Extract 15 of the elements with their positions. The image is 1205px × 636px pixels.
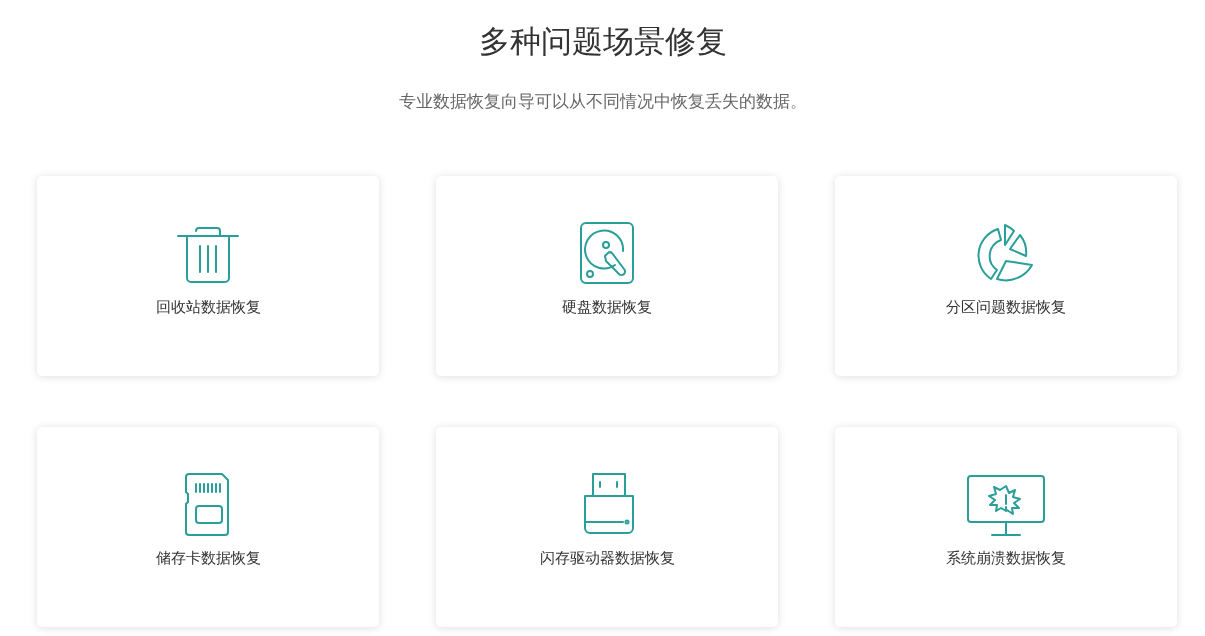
card-label: 闪存驱动器数据恢复 [539,549,675,568]
scenario-card[interactable]: 储存卡数据恢复 [37,427,379,627]
card-label: 储存卡数据恢复 [155,549,261,568]
scenario-card[interactable]: 闪存驱动器数据恢复 [436,427,778,627]
card-label: 分区问题数据恢复 [946,298,1066,317]
scenario-card[interactable]: 分区问题数据恢复 [835,176,1177,376]
card-label: 回收站数据恢复 [155,298,261,317]
card-label: 硬盘数据恢复 [562,298,652,317]
page-subtitle: 专业数据恢复向导可以从不同情况中恢复丢失的数据。 [397,91,808,113]
card-label: 系统崩溃数据恢复 [946,549,1066,568]
scenario-card[interactable]: 硬盘数据恢复 [436,176,778,376]
scenario-card[interactable]: 回收站数据恢复 [37,176,379,376]
page-heading: 多种问题场景修复 [477,22,728,61]
scenario-card[interactable]: 系统崩溃数据恢复 [835,427,1177,627]
monitor-warning-icon [966,472,1046,536]
